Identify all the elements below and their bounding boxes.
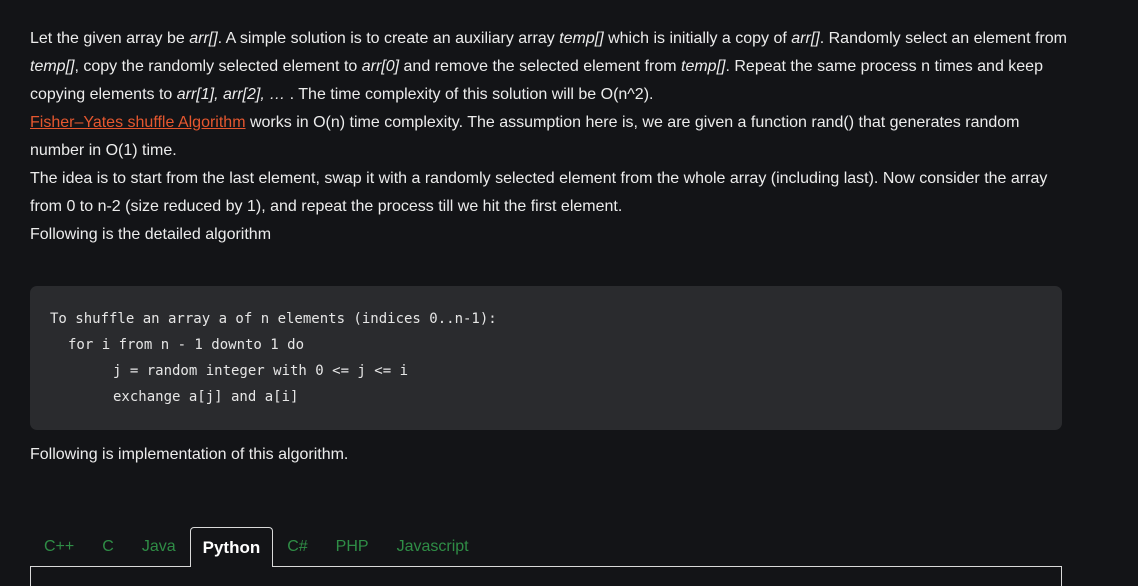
text: . The time complexity of this solution w… [289,86,654,103]
code-term: arr[0] [361,58,400,75]
code-term: temp[] [681,58,726,75]
text: . Randomly select an element from [819,30,1067,47]
language-tabs: C++ C Java Python C# PHP Javascript [30,527,483,567]
paragraph-naive-solution: Let the given array be arr[]. A simple s… [30,25,1070,109]
implementation-heading: Following is implementation of this algo… [30,446,349,463]
text: and remove the selected element from [399,58,681,75]
code-line: To shuffle an array a of n elements (ind… [50,311,497,327]
text: which is initially a copy of [603,30,792,47]
tab-php[interactable]: PHP [322,527,383,567]
code-term: arr[] [791,30,820,47]
code-term: arr[1], arr[2], … [176,86,290,103]
text: . A simple solution is to create an auxi… [217,30,560,47]
paragraph-fisher-yates: Fisher–Yates shuffle Algorithm works in … [30,109,1070,165]
text: , copy the randomly selected element to [74,58,362,75]
code-line: for i from n - 1 downto 1 do [68,337,305,353]
tab-c[interactable]: C [88,527,128,567]
code-term: arr[] [189,30,218,47]
code-term: temp[] [30,58,75,75]
algorithm-code-block: To shuffle an array a of n elements (ind… [30,286,1062,430]
code-panel [30,566,1062,586]
tab-cpp[interactable]: C++ [30,527,88,567]
code-line: j = random integer with 0 <= j <= i [113,363,409,379]
tab-python[interactable]: Python [189,527,274,567]
paragraph-idea: The idea is to start from the last eleme… [30,170,1048,215]
paragraph-algorithm-intro: Following is the detailed algorithm [30,226,272,243]
text: Let the given array be [30,30,190,47]
code-term: temp[] [559,30,604,47]
tab-javascript[interactable]: Javascript [383,527,483,567]
article-body: Let the given array be arr[]. A simple s… [30,25,1070,249]
tab-csharp[interactable]: C# [273,527,321,567]
code-line: exchange a[j] and a[i] [113,389,299,405]
fisher-yates-link[interactable]: Fisher–Yates shuffle Algorithm [30,114,246,131]
tab-java[interactable]: Java [128,527,190,567]
